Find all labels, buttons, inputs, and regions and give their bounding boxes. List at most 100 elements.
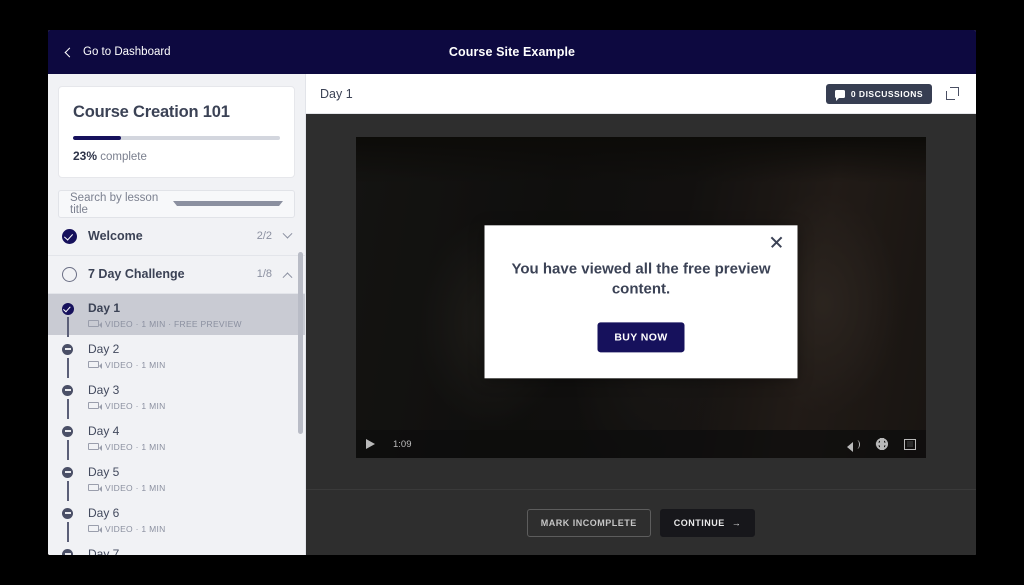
lesson-status-icon xyxy=(62,301,88,337)
mark-incomplete-button[interactable]: MARK INCOMPLETE xyxy=(526,508,651,537)
lesson-rail xyxy=(67,357,69,378)
lesson-meta-text: VIDEO · 1 MIN xyxy=(105,400,166,411)
section-status-icon xyxy=(62,228,88,244)
lesson-status-icon xyxy=(62,465,88,501)
chevron-up-icon[interactable] xyxy=(282,271,293,282)
locked-circle-icon xyxy=(62,548,73,555)
continue-button[interactable]: CONTINUE → xyxy=(659,508,756,537)
lesson-header: Day 1 0 DISCUSSIONS xyxy=(306,74,976,114)
section-row[interactable]: 7 Day Challenge 1/8 xyxy=(48,256,305,294)
lesson-status-icon xyxy=(62,342,88,378)
lesson-rail xyxy=(67,398,69,419)
video-camera-icon xyxy=(88,484,102,492)
lesson-rail xyxy=(67,521,69,542)
lesson-title: Day 5 xyxy=(88,464,120,479)
lesson-rail xyxy=(67,480,69,501)
volume-icon[interactable] xyxy=(847,439,860,452)
lesson-meta: VIDEO · 1 MIN xyxy=(88,401,291,411)
chevron-left-icon xyxy=(64,47,75,57)
lesson-item[interactable]: Day 3 VIDEO · 1 MIN xyxy=(48,376,305,419)
lesson-meta: VIDEO · 1 MIN xyxy=(88,524,291,534)
lesson-meta: VIDEO · 1 MIN xyxy=(88,442,291,452)
section-row[interactable]: Welcome 2/2 xyxy=(48,218,305,256)
lesson-meta: VIDEO · 1 MIN xyxy=(88,360,291,370)
top-bar: Go to Dashboard Course Site Example xyxy=(48,30,976,74)
lesson-item[interactable]: Day 5 VIDEO · 1 MIN xyxy=(48,458,305,501)
expand-icon[interactable] xyxy=(945,86,960,101)
section-status-icon xyxy=(62,266,88,282)
lesson-status-icon xyxy=(62,547,88,555)
buy-now-button[interactable]: BUY NOW xyxy=(597,322,685,353)
section-count: 2/2 xyxy=(256,230,272,242)
lesson-meta-text: VIDEO · 1 MIN xyxy=(105,523,166,534)
video-camera-icon xyxy=(88,320,102,328)
lesson-body: Day 3 VIDEO · 1 MIN xyxy=(88,383,291,411)
course-sidebar: Course Creation 101 23% complete Search … xyxy=(48,74,306,555)
discussions-button[interactable]: 0 DISCUSSIONS xyxy=(825,83,932,104)
chevron-down-icon[interactable] xyxy=(282,228,293,239)
sidebar-scrollbar[interactable] xyxy=(298,252,303,434)
locked-circle-icon xyxy=(62,507,73,519)
lesson-body: Day 7 xyxy=(88,547,291,556)
lesson-header-title: Day 1 xyxy=(320,86,353,101)
lesson-meta-text: VIDEO · 1 MIN xyxy=(105,482,166,493)
site-title: Course Site Example xyxy=(448,45,576,59)
lesson-meta-text: VIDEO · 1 MIN xyxy=(105,441,166,452)
empty-circle-icon xyxy=(62,266,77,282)
lesson-title: Day 3 xyxy=(88,382,120,397)
app-window: Go to Dashboard Course Site Example Cour… xyxy=(48,30,976,555)
video-camera-icon xyxy=(88,361,102,369)
lesson-title: Day 2 xyxy=(88,341,120,356)
search-placeholder: Search by lesson title xyxy=(70,191,159,216)
section-count: 1/8 xyxy=(256,268,272,280)
gear-icon[interactable] xyxy=(876,437,888,451)
search-input[interactable]: Search by lesson title xyxy=(58,189,295,218)
video-camera-icon xyxy=(88,443,102,451)
discussions-label: 0 DISCUSSIONS xyxy=(850,88,923,99)
chevron-down-icon xyxy=(172,201,283,206)
lesson-item[interactable]: Day 4 VIDEO · 1 MIN xyxy=(48,417,305,460)
modal-message: You have viewed all the free preview con… xyxy=(511,259,771,298)
progress-percent-value: 23% xyxy=(73,148,98,163)
section-title: 7 Day Challenge xyxy=(88,267,185,281)
course-progress-card: Course Creation 101 23% complete xyxy=(58,86,295,178)
course-title: Course Creation 101 xyxy=(73,103,230,121)
lesson-rail xyxy=(67,316,69,337)
lesson-rail xyxy=(67,439,69,460)
go-to-dashboard-label: Go to Dashboard xyxy=(83,46,171,58)
lesson-title: Day 1 xyxy=(88,300,121,315)
video-stage: 1:09 You have viewed all the free previe… xyxy=(306,114,976,489)
progress-label: 23% complete xyxy=(73,149,280,163)
video-controls-right xyxy=(847,437,916,452)
lesson-item[interactable]: Day 6 VIDEO · 1 MIN xyxy=(48,499,305,542)
lesson-meta: VIDEO · 1 MIN xyxy=(88,483,291,493)
fullscreen-icon[interactable] xyxy=(904,438,916,450)
lesson-status-icon xyxy=(62,424,88,460)
progress-bar-fill xyxy=(73,136,121,140)
app-body: Course Creation 101 23% complete Search … xyxy=(48,74,976,555)
check-circle-icon xyxy=(62,302,74,315)
lesson-title: Day 6 xyxy=(88,505,120,520)
lesson-title: Day 7 xyxy=(88,546,120,556)
progress-suffix: complete xyxy=(97,150,147,163)
speech-bubble-icon xyxy=(834,89,845,101)
lesson-body: Day 6 VIDEO · 1 MIN xyxy=(88,506,291,534)
video-current-time: 1:09 xyxy=(393,438,412,450)
progress-bar-track xyxy=(73,136,280,140)
lesson-item[interactable]: Day 1 VIDEO · 1 MIN · FREE PREVIEW xyxy=(48,293,305,337)
section-title: Welcome xyxy=(88,229,143,243)
lesson-list: Day 1 VIDEO · 1 MIN · FREE PREVIEW Day 2 VI… xyxy=(48,293,305,556)
close-icon[interactable] xyxy=(770,235,784,249)
play-icon[interactable] xyxy=(366,439,375,449)
lesson-actions: MARK INCOMPLETE CONTINUE → xyxy=(306,489,976,555)
lesson-meta: VIDEO · 1 MIN · FREE PREVIEW xyxy=(88,319,291,329)
go-to-dashboard-link[interactable]: Go to Dashboard xyxy=(64,46,171,58)
lesson-item[interactable]: Day 2 VIDEO · 1 MIN xyxy=(48,335,305,378)
lesson-meta-text: VIDEO · 1 MIN xyxy=(105,359,166,370)
lesson-item[interactable]: Day 7 xyxy=(48,540,305,556)
lesson-status-icon xyxy=(62,506,88,542)
video-camera-icon xyxy=(88,525,102,533)
preview-ended-modal: You have viewed all the free preview con… xyxy=(484,224,798,379)
locked-circle-icon xyxy=(62,384,73,396)
lesson-main: Day 1 0 DISCUSSIONS 1:09 You have viewed… xyxy=(306,74,976,555)
